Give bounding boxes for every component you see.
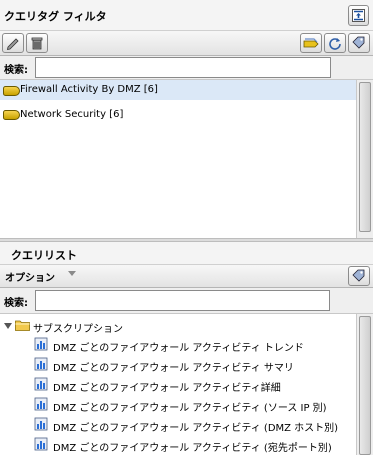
query-item[interactable]: DMZ ごとのファイアウォール アクティビティ サマリ <box>0 355 356 374</box>
folder-row-subscription[interactable]: サブスクリプション <box>0 316 356 335</box>
tag-add-icon <box>303 38 319 48</box>
tag-icon <box>3 110 20 120</box>
tag-icon <box>352 36 365 49</box>
report-icon <box>34 337 48 351</box>
query-item-label: DMZ ごとのファイアウォール アクティビティ (宛先ポート別) <box>53 443 332 454</box>
edit-tag-button[interactable] <box>2 33 24 53</box>
query-search-label: 検索: <box>4 298 28 309</box>
query-item-label: DMZ ごとのファイアウォール アクティビティ (DMZ ホスト別) <box>53 423 339 434</box>
filter-panel-title: クエリタグ フィルタ <box>4 10 107 23</box>
report-icon <box>34 397 48 411</box>
query-search-input[interactable] <box>35 290 330 311</box>
trash-icon <box>31 37 43 50</box>
add-tag-button[interactable] <box>300 33 322 53</box>
options-menu-label[interactable]: オプション <box>5 269 55 284</box>
collapse-panel-button[interactable] <box>348 5 369 26</box>
query-item[interactable]: DMZ ごとのファイアウォール アクティビティ (ソース IP 別) <box>0 395 356 414</box>
collapse-icon <box>352 9 365 22</box>
query-item[interactable]: DMZ ごとのファイアウォール アクティビティ トレンド <box>0 335 356 354</box>
query-item-label: DMZ ごとのファイアウォール アクティビティ詳細 <box>53 383 281 394</box>
query-item[interactable]: DMZ ごとのファイアウォール アクティビティ詳細 <box>0 375 356 394</box>
query-toolbar <box>0 264 373 288</box>
tag-row-network-security[interactable]: Network Security [6] <box>0 104 356 124</box>
report-icon <box>34 437 48 451</box>
folder-label: サブスクリプション <box>33 324 123 335</box>
chevron-down-icon[interactable] <box>68 271 76 276</box>
folder-icon <box>15 320 30 331</box>
delete-tag-button[interactable] <box>26 33 48 53</box>
refresh-icon <box>329 38 341 50</box>
expand-arrow-icon[interactable] <box>4 323 12 329</box>
tag-icon <box>352 269 365 282</box>
tag-list: Firewall Activity By DMZ [6] Network Sec… <box>0 80 373 238</box>
scrollbar-thumb[interactable] <box>359 82 371 232</box>
query-item-label: DMZ ごとのファイアウォール アクティビティ サマリ <box>53 363 294 374</box>
query-properties-button[interactable] <box>348 266 370 286</box>
query-item[interactable]: DMZ ごとのファイアウォール アクティビティ (宛先ポート別) <box>0 435 356 454</box>
query-item-label: DMZ ごとのファイアウォール アクティビティ トレンド <box>53 343 304 354</box>
query-item[interactable]: DMZ ごとのファイアウォール アクティビティ (DMZ ホスト別) <box>0 415 356 434</box>
tag-icon <box>3 86 20 96</box>
query-panel-title: クエリリスト <box>11 249 77 262</box>
query-tree-scrollbar[interactable] <box>356 314 373 455</box>
report-icon <box>34 417 48 431</box>
report-icon <box>34 377 48 391</box>
scrollbar-thumb[interactable] <box>359 316 371 455</box>
filter-search-input[interactable] <box>35 57 331 78</box>
refresh-tags-button[interactable] <box>324 33 346 53</box>
query-item-label: DMZ ごとのファイアウォール アクティビティ (ソース IP 別) <box>53 403 327 414</box>
tag-label: Firewall Activity By DMZ [6] <box>20 84 158 95</box>
tag-list-scrollbar[interactable] <box>356 80 373 238</box>
tag-properties-button[interactable] <box>348 33 370 53</box>
pencil-icon <box>6 38 19 50</box>
tag-label: Network Security [6] <box>20 109 124 120</box>
filter-search-label: 検索: <box>4 65 28 76</box>
tag-row-firewall[interactable]: Firewall Activity By DMZ [6] <box>0 80 356 100</box>
report-icon <box>34 357 48 371</box>
query-tree: サブスクリプション DMZ ごとのファイアウォール アクティビティ トレンド D… <box>0 314 373 455</box>
